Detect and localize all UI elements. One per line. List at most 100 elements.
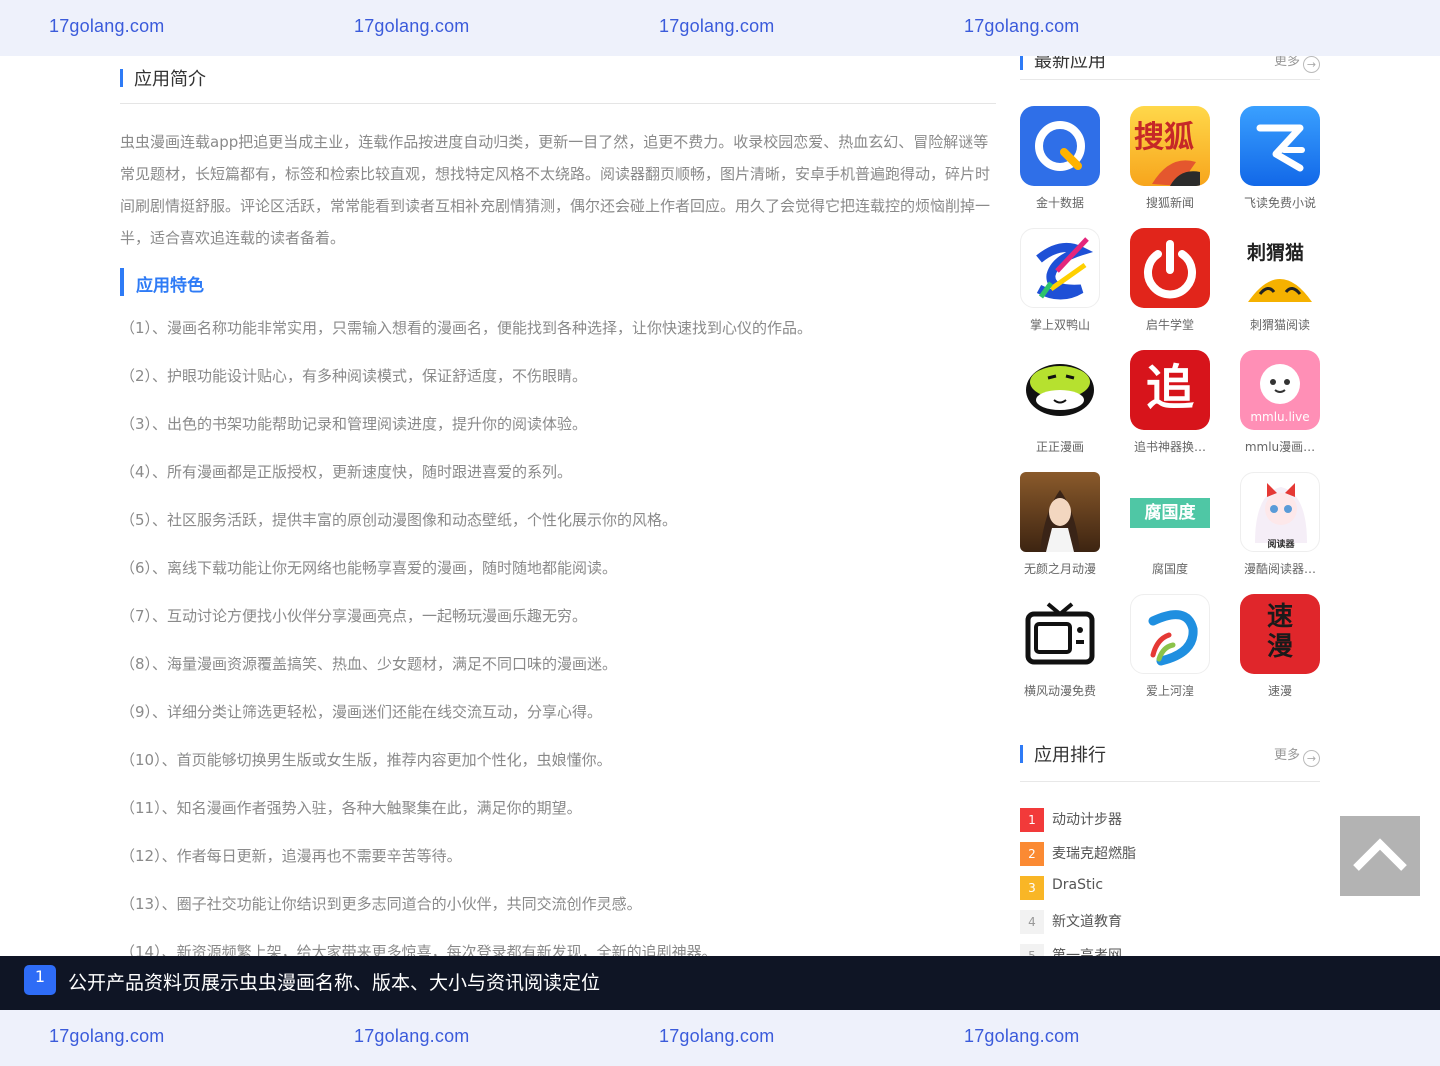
icon-label: 阅读器 — [1267, 540, 1295, 550]
app-name: 横风动漫免费 — [1023, 684, 1096, 698]
app-item[interactable]: 启牛学堂 — [1130, 228, 1210, 333]
caption-text: 公开产品资料页展示虫虫漫画名称、版本、大小与资讯阅读定位 — [68, 972, 601, 994]
more-label: 更多 — [1273, 748, 1300, 763]
tv-icon — [1020, 594, 1100, 674]
caption-bar: 1 公开产品资料页展示虫虫漫画名称、版本、大小与资讯阅读定位 — [0, 956, 1440, 1010]
section-accent-bar — [120, 268, 124, 296]
suman-icon: 速漫 — [1240, 594, 1320, 674]
app-item[interactable]: 刺猬猫 刺猬猫阅读 — [1240, 228, 1320, 333]
back-to-top-button[interactable] — [1340, 816, 1420, 896]
ciweimao-icon: 刺猬猫 — [1240, 228, 1320, 308]
rank-app-name: 麦瑞克超燃脂 — [1052, 846, 1136, 862]
intro-text: 虫虫漫画连载app把追更当成主业，连载作品按进度自动归类，更新一目了然，追更不费… — [120, 133, 991, 247]
ranking-item[interactable]: 5 第一高考网 — [1020, 942, 1320, 956]
feature-item: （14）、新资源频繁上架，给大家带来更多惊喜，每次登录都有新发现，全新的追剧神器… — [120, 943, 717, 956]
icon-label: 追 — [1146, 360, 1195, 416]
ranking-list: 1 动动计步器 2 麦瑞克超燃脂 3 DraStic 4 新文道教育 5 第一高考网 — [1020, 806, 1320, 956]
sohu-icon: 搜狐 — [1130, 106, 1210, 186]
zhengzheng-icon — [1020, 350, 1100, 430]
rank-app-name: 动动计步器 — [1052, 812, 1122, 828]
feature-item: （6）、离线下载功能让你无网络也能畅享喜爱的漫画，随时随地都能阅读。 — [120, 559, 618, 577]
app-item[interactable]: 横风动漫免费 — [1020, 594, 1100, 699]
app-name: 刺猬猫阅读 — [1249, 318, 1310, 332]
app-name: mmlu漫画… — [1244, 440, 1316, 454]
fuguodu-icon: 腐国度 — [1130, 472, 1210, 552]
app-name: 腐国度 — [1151, 562, 1188, 576]
icon-label: 腐国度 — [1130, 498, 1210, 528]
rank-app-name: 第一高考网 — [1052, 948, 1122, 956]
feature-item: （5）、社区服务活跃，提供丰富的原创动漫图像和动态壁纸，个性化展示你的风格。 — [120, 511, 678, 529]
jin10-icon — [1020, 106, 1100, 186]
app-name: 追书神器换… — [1133, 440, 1206, 454]
watermark-text: 17golang.com — [964, 16, 1080, 36]
caption-badge: 1 — [24, 965, 56, 995]
feidu-icon — [1240, 106, 1320, 186]
main-content: 应用简介 虫虫漫画连载app把追更当成主业，连载作品按进度自动归类，更新一目了然… — [120, 56, 996, 956]
feature-item: （4）、所有漫画都是正版授权，更新速度快，随时跟进喜爱的系列。 — [120, 463, 573, 481]
qiniu-icon — [1130, 228, 1210, 308]
watermark-text: 17golang.com — [49, 16, 165, 36]
ranking-item[interactable]: 2 麦瑞克超燃脂 — [1020, 840, 1320, 874]
app-item[interactable]: 金十数据 — [1020, 106, 1100, 211]
latest-apps-header: 最新应用 更多 → — [1020, 56, 1320, 80]
rank-app-name: 新文道教育 — [1052, 914, 1122, 930]
app-item[interactable]: mmlu.live mmlu漫画… — [1240, 350, 1320, 455]
app-item[interactable]: 搜狐 搜狐新闻 — [1130, 106, 1210, 211]
chevron-up-icon — [1353, 838, 1407, 871]
feature-item: （11）、知名漫画作者强势入驻，各种大触聚集在此，满足你的期望。 — [120, 799, 582, 817]
intro-section-header: 应用简介 — [120, 56, 996, 104]
watermark-text: 17golang.com — [964, 1026, 1080, 1046]
app-name: 金十数据 — [1035, 196, 1084, 210]
ranking-item[interactable]: 1 动动计步器 — [1020, 806, 1320, 840]
latest-more-link[interactable]: 更多 → — [1274, 56, 1320, 73]
watermark-bar-top: 17golang.com 17golang.com 17golang.com 1… — [0, 0, 1440, 56]
app-name: 速漫 — [1267, 684, 1292, 698]
features-list: （1）、漫画名称功能非常实用，只需输入想看的漫画名，便能找到各种选择，让你快速找… — [120, 314, 996, 956]
feature-item: （12）、作者每日更新，追漫再也不需要辛苦等待。 — [120, 847, 462, 865]
aishang-icon — [1130, 594, 1210, 674]
watermark-bar-bottom: 17golang.com 17golang.com 17golang.com 1… — [0, 1010, 1440, 1066]
watermark-text: 17golang.com — [354, 1026, 470, 1046]
app-item[interactable]: 飞读免费小说 — [1240, 106, 1320, 211]
feature-item: （3）、出色的书架功能帮助记录和管理阅读进度，提升你的阅读体验。 — [120, 415, 588, 433]
rank-app-name: DraStic — [1052, 877, 1104, 893]
watermark-text: 17golang.com — [354, 16, 470, 36]
latest-apps-title: 最新应用 — [1034, 56, 1106, 72]
app-item[interactable]: 无颜之月动漫 — [1020, 472, 1100, 577]
ranking-header: 应用排行 更多 → — [1020, 740, 1320, 782]
feature-item: （8）、海量漫画资源覆盖搞笑、热血、少女题材，满足不同口味的漫画迷。 — [120, 655, 618, 673]
zhuishu-icon: 追 — [1130, 350, 1210, 430]
icon-label: 搜狐 — [1134, 120, 1194, 155]
rank-number: 1 — [1020, 808, 1044, 832]
app-item[interactable]: 腐国度 腐国度 — [1130, 472, 1210, 577]
feature-item: （10）、首页能够切换男生版或女生版，推荐内容更加个性化，虫娘懂你。 — [120, 751, 612, 769]
icon-label: mmlu.live — [1250, 410, 1310, 424]
app-item[interactable]: 爱上河湟 — [1130, 594, 1210, 699]
watermark-text: 17golang.com — [659, 16, 775, 36]
ranking-more-link[interactable]: 更多 → — [1274, 744, 1320, 767]
mmlu-icon: mmlu.live — [1240, 350, 1320, 430]
app-name: 漫酷阅读器… — [1243, 562, 1316, 576]
arrow-right-icon: → — [1303, 56, 1320, 73]
feature-item: （13）、圈子社交功能让你结识到更多志同道合的小伙伴，共同交流创作灵感。 — [120, 895, 642, 913]
intro-title: 应用简介 — [134, 69, 206, 90]
app-item[interactable]: 正正漫画 — [1020, 350, 1100, 455]
rank-number: 4 — [1020, 910, 1044, 934]
watermark-text: 17golang.com — [659, 1026, 775, 1046]
app-item[interactable]: 阅读器 漫酷阅读器… — [1240, 472, 1320, 577]
sidebar: 最新应用 更多 → 金十数据 搜狐 搜狐新闻 飞读免费小说 掌上双鸭山 启牛学堂… — [1020, 56, 1320, 956]
app-item[interactable]: 速漫 速漫 — [1240, 594, 1320, 699]
ranking-item[interactable]: 4 新文道教育 — [1020, 908, 1320, 942]
app-item[interactable]: 追 追书神器换… — [1130, 350, 1210, 455]
feature-item: （7）、互动讨论方便找小伙伴分享漫画亮点，一起畅玩漫画乐趣无穷。 — [120, 607, 588, 625]
arrow-right-icon: → — [1303, 750, 1320, 767]
section-accent-bar — [120, 69, 123, 87]
watermark-text: 17golang.com — [49, 1026, 165, 1046]
ranking-title: 应用排行 — [1034, 745, 1106, 766]
app-name: 掌上双鸭山 — [1029, 318, 1090, 332]
section-accent-bar — [1020, 56, 1023, 70]
ranking-item[interactable]: 3 DraStic — [1020, 874, 1320, 908]
section-accent-bar — [1020, 745, 1023, 763]
app-name: 爱上河湟 — [1145, 684, 1194, 698]
app-item[interactable]: 掌上双鸭山 — [1020, 228, 1100, 333]
